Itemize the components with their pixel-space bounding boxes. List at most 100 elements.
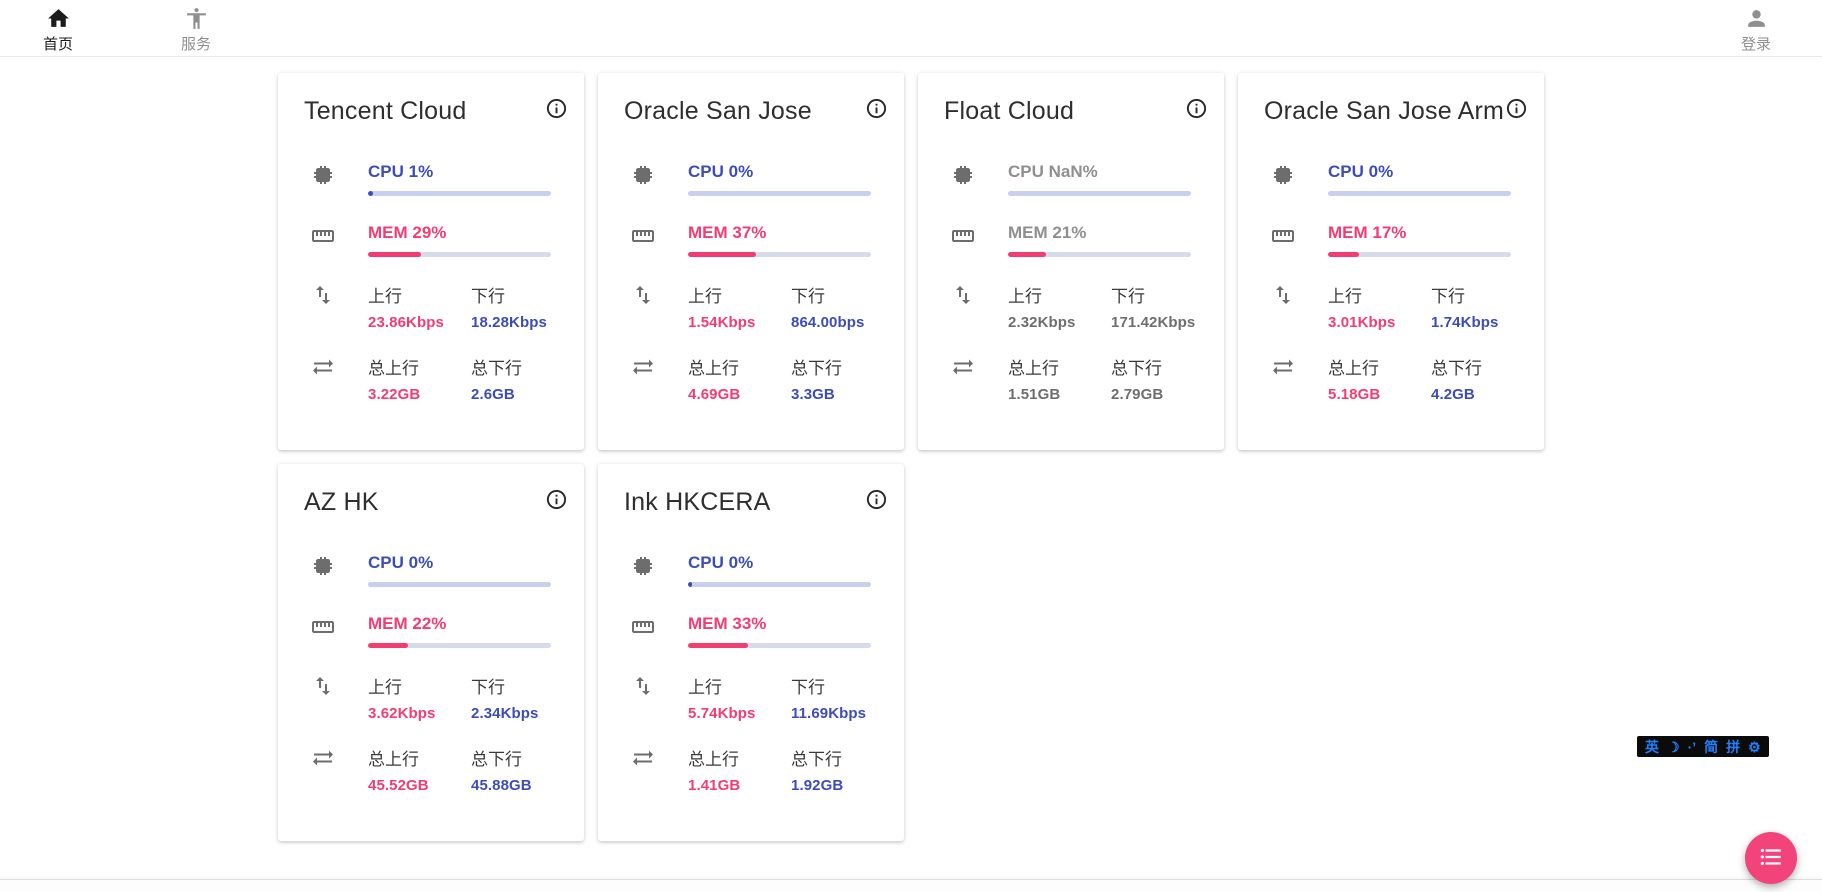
upload-label: 上行 [368,282,471,307]
ime-settings-gear-icon[interactable]: ⚙ [1748,740,1761,754]
total-download-label: 总下行 [1111,354,1191,379]
upload-speed-value: 3.01Kbps [1328,314,1431,331]
nav-item-home[interactable]: 首页 [26,6,90,52]
ram-ruler-icon [278,614,368,648]
total-download-value: 4.2GB [1431,386,1511,403]
up-down-arrows-icon [1238,282,1328,331]
mem-progress-bar [688,252,871,257]
left-right-arrows-icon [918,354,1008,403]
download-label: 下行 [1111,282,1195,307]
ime-pinyin-mode[interactable]: 拼 [1726,740,1740,754]
network-speed-row: 上行 23.86Kbps 下行 18.28Kbps [278,282,584,331]
ram-ruler-icon [918,223,1008,257]
cpu-usage-label: CPU 0% [368,553,551,573]
cpu-chip-icon [598,162,688,196]
total-download-label: 总下行 [1431,354,1511,379]
cpu-progress-bar [1008,191,1191,196]
upload-label: 上行 [688,673,791,698]
ram-ruler-icon [1238,223,1328,257]
server-card: Tencent Cloud CPU 1% ME [278,73,584,450]
total-upload-value: 1.41GB [688,777,791,794]
mem-usage-label: MEM 17% [1328,223,1511,243]
server-name: Oracle San Jose [624,97,812,126]
cpu-progress-bar [368,191,551,196]
card-grid: Tencent Cloud CPU 1% ME [278,73,1544,841]
download-label: 下行 [791,673,871,698]
info-button[interactable] [1185,97,1208,120]
nav-home-label: 首页 [43,37,73,52]
mem-row: MEM 22% [278,614,584,648]
server-name: Float Cloud [944,97,1074,126]
total-upload-value: 5.18GB [1328,386,1431,403]
server-card: Ink HKCERA CPU 0% MEM 3 [598,464,904,841]
info-button[interactable] [545,488,568,511]
mem-row: MEM 29% [278,223,584,257]
server-card: AZ HK CPU 0% MEM 22% [278,464,584,841]
mem-bar-fill [688,252,756,257]
server-card: Float Cloud CPU NaN% ME [918,73,1224,450]
info-button[interactable] [865,488,888,511]
download-label: 下行 [1431,282,1511,307]
left-right-arrows-icon [598,354,688,403]
nav-item-login[interactable]: 登录 [1724,6,1788,52]
home-icon [46,6,71,35]
ime-simplified-chinese[interactable]: 简 [1704,740,1718,754]
ime-dark-mode-moon-icon[interactable]: ☽ [1667,740,1680,754]
download-speed-value: 18.28Kbps [471,314,551,331]
ram-ruler-icon [278,223,368,257]
mem-bar-fill [1328,252,1359,257]
cpu-chip-icon [278,553,368,587]
info-button[interactable] [865,97,888,120]
info-button[interactable] [1505,97,1528,120]
mem-usage-label: MEM 37% [688,223,871,243]
total-traffic-row: 总上行 5.18GB 总下行 4.2GB [1238,354,1544,403]
up-down-arrows-icon [598,673,688,722]
list-icon [1758,844,1784,873]
cpu-chip-icon [598,553,688,587]
mem-usage-label: MEM 22% [368,614,551,634]
info-icon [865,499,888,514]
cpu-chip-icon [278,162,368,196]
ram-ruler-icon [598,614,688,648]
total-upload-value: 1.51GB [1008,386,1111,403]
cpu-row: CPU 0% [278,553,584,587]
cpu-chip-icon [1238,162,1328,196]
cpu-progress-bar [688,191,871,196]
up-down-arrows-icon [278,282,368,331]
ime-language-english[interactable]: 英 [1645,740,1659,754]
download-speed-value: 1.74Kbps [1431,314,1511,331]
server-list-fab-button[interactable] [1745,832,1797,884]
mem-row: MEM 37% [598,223,904,257]
cpu-progress-bar [688,582,871,587]
left-right-arrows-icon [1238,354,1328,403]
info-button[interactable] [545,97,568,120]
cpu-row: CPU 0% [598,162,904,196]
ram-ruler-icon [598,223,688,257]
mem-bar-fill [688,643,748,648]
mem-usage-label: MEM 21% [1008,223,1191,243]
total-upload-value: 4.69GB [688,386,791,403]
top-navbar: 首页 服务 登录 [0,0,1822,57]
info-icon [1185,108,1208,123]
info-icon [545,108,568,123]
download-label: 下行 [471,282,551,307]
download-speed-value: 11.69Kbps [791,705,871,722]
person-icon [1744,6,1769,35]
server-card: Oracle San Jose CPU 0% [598,73,904,450]
total-traffic-row: 总上行 1.51GB 总下行 2.79GB [918,354,1224,403]
footer-strip [0,879,1822,892]
left-right-arrows-icon [278,745,368,794]
nav-item-services[interactable]: 服务 [164,6,228,52]
upload-speed-value: 5.74Kbps [688,705,791,722]
ime-punctuation-mode[interactable]: ·’ [1688,740,1697,754]
server-card: Oracle San Jose Arm CPU 0% [1238,73,1544,450]
mem-progress-bar [688,643,871,648]
cpu-bar-fill [368,191,373,196]
mem-bar-fill [1008,252,1046,257]
info-icon [545,499,568,514]
server-name: AZ HK [304,488,379,517]
up-down-arrows-icon [278,673,368,722]
total-download-value: 1.92GB [791,777,871,794]
total-upload-label: 总上行 [368,745,471,770]
total-traffic-row: 总上行 1.41GB 总下行 1.92GB [598,745,904,794]
